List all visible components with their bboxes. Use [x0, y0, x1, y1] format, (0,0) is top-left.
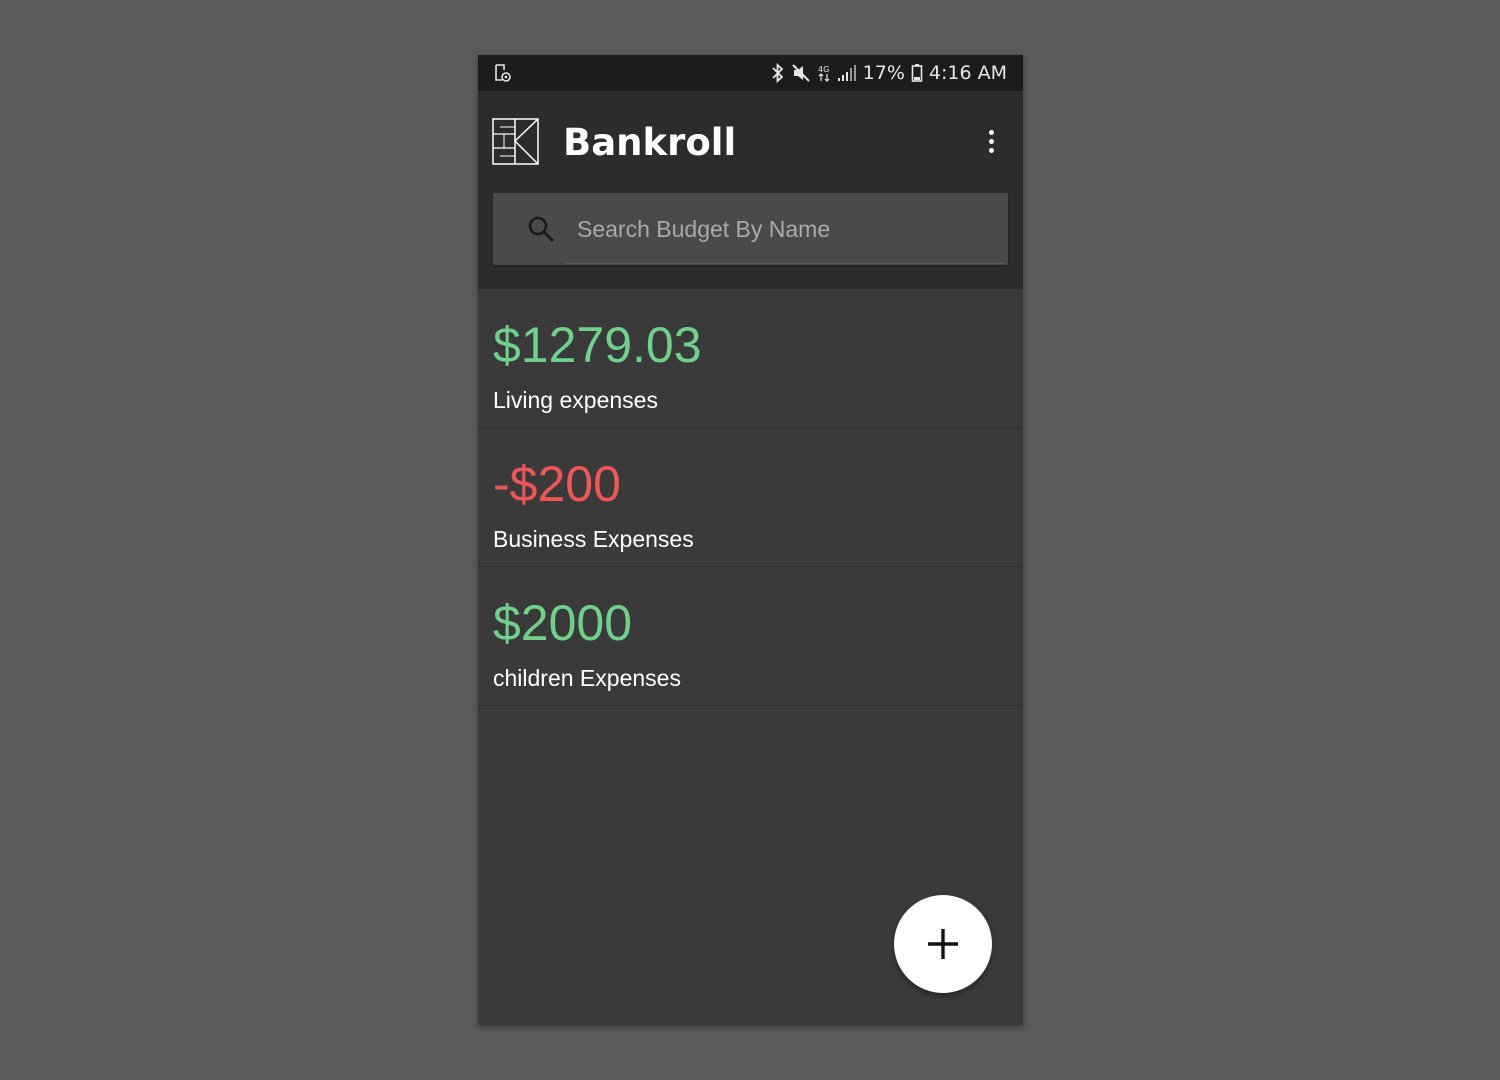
data-icon: 4G	[818, 65, 830, 82]
status-time: 4:16 AM	[928, 62, 1007, 84]
app-bar: Bankroll	[478, 91, 1023, 289]
mute-icon	[791, 64, 810, 82]
budget-amount: -$200	[493, 456, 621, 512]
add-icon	[928, 929, 958, 959]
search-box[interactable]	[493, 193, 1008, 265]
svg-text:4G: 4G	[818, 65, 829, 74]
budget-name: Living expenses	[493, 387, 658, 413]
budget-name: Business Expenses	[493, 526, 694, 552]
phone-screen: 4G 17% 4:16 AM Bankroll Search Budget By…	[478, 55, 1023, 1025]
app-title: Bankroll	[563, 121, 737, 164]
status-icons: 4G 17% 4:16 AM	[771, 55, 1007, 91]
menu-dot	[988, 138, 994, 144]
screenshot-notification-icon	[495, 64, 511, 82]
overflow-menu-icon[interactable]	[979, 121, 1003, 161]
battery-percent: 17%	[862, 62, 905, 84]
budget-amount: $2000	[493, 595, 633, 651]
status-bar: 4G 17% 4:16 AM	[478, 55, 1023, 91]
search-underline	[565, 263, 1005, 264]
search-icon	[528, 216, 555, 243]
add-budget-button[interactable]	[894, 895, 992, 993]
budget-item-living-expenses[interactable]: $1279.03 Living expenses	[478, 289, 1023, 428]
menu-dot	[988, 129, 994, 135]
budget-name: children Expenses	[493, 665, 681, 691]
budget-item-business-expenses[interactable]: -$200 Business Expenses	[478, 428, 1023, 567]
menu-dot	[988, 147, 994, 153]
signal-icon	[837, 65, 856, 81]
budget-list: $1279.03 Living expenses -$200 Business …	[478, 289, 1023, 706]
battery-icon	[911, 64, 923, 82]
budget-item-children-expenses[interactable]: $2000 children Expenses	[478, 567, 1023, 706]
search-input[interactable]	[577, 207, 987, 251]
bankroll-logo-icon	[492, 118, 539, 165]
budget-amount: $1279.03	[493, 317, 702, 373]
bluetooth-icon	[772, 63, 783, 83]
